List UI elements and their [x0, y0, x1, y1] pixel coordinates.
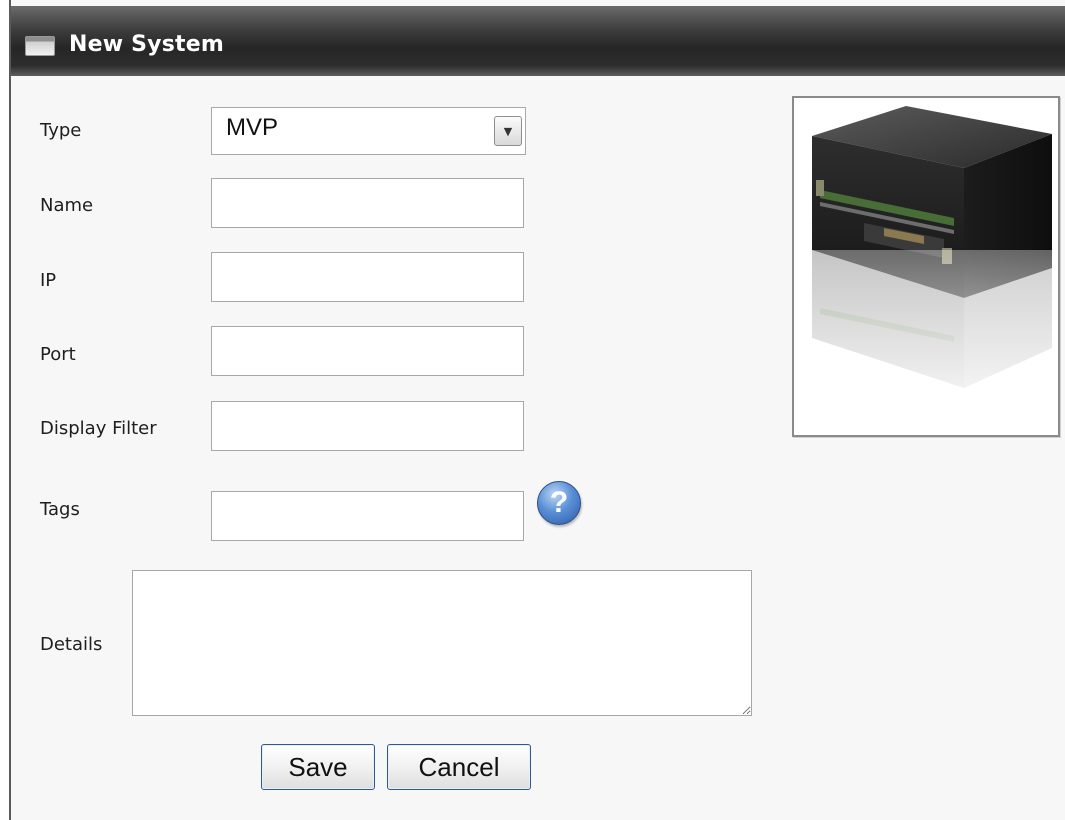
save-button[interactable]: Save: [261, 744, 375, 790]
ip-label: IP: [40, 270, 57, 291]
title-bar: New System: [11, 6, 1065, 76]
tags-label: Tags: [40, 499, 80, 520]
chevron-down-icon[interactable]: ▼: [494, 116, 522, 146]
display-filter-label: Display Filter: [40, 418, 157, 439]
dialog-title: New System: [69, 32, 224, 57]
type-select-value: MVP: [226, 114, 279, 141]
ip-input[interactable]: [211, 252, 524, 302]
tags-input[interactable]: [211, 491, 524, 541]
window-icon: [25, 36, 55, 56]
type-select[interactable]: MVP ▼: [211, 107, 526, 155]
help-icon[interactable]: ?: [537, 481, 581, 525]
name-input[interactable]: [211, 178, 524, 228]
port-label: Port: [40, 344, 76, 365]
new-system-dialog: New System Type MVP ▼ Name IP Port Displ…: [9, 0, 1065, 820]
port-input[interactable]: [211, 326, 524, 376]
display-filter-input[interactable]: [211, 401, 524, 451]
system-hardware-image: [792, 96, 1060, 437]
type-label: Type: [40, 120, 82, 141]
name-label: Name: [40, 195, 94, 216]
details-textarea[interactable]: [132, 570, 752, 716]
cancel-button[interactable]: Cancel: [387, 744, 531, 790]
details-label: Details: [40, 634, 103, 655]
